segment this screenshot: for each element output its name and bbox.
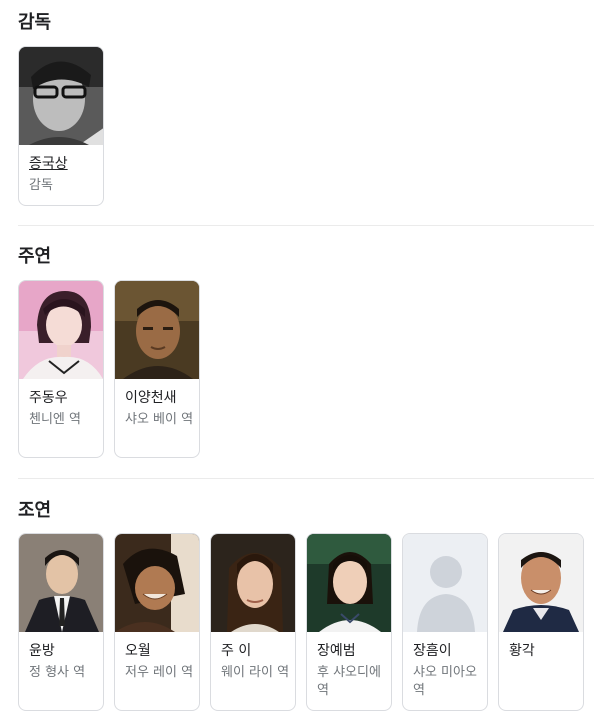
person-role: 샤오 미아오 역: [413, 665, 477, 698]
person-card[interactable]: 주동우 첸니엔 역: [18, 280, 104, 458]
person-name[interactable]: 주동우: [29, 387, 101, 407]
person-name[interactable]: 주 이: [221, 640, 293, 660]
person-role: 후 샤오디에 역: [317, 665, 381, 698]
section-title: 감독: [18, 12, 52, 33]
person-role: 정 형사 역: [29, 665, 86, 680]
person-card[interactable]: 이양천새 샤오 베이 역: [114, 280, 200, 458]
person-name[interactable]: 장흠이: [413, 640, 485, 660]
person-card[interactable]: 윤방 정 형사 역: [18, 533, 104, 711]
person-card[interactable]: 주 이 웨이 라이 역: [210, 533, 296, 711]
person-photo: [19, 47, 103, 145]
person-photo: [499, 534, 583, 632]
placeholder-person-icon: [403, 534, 487, 632]
person-role: 저우 레이 역: [125, 665, 194, 680]
person-name[interactable]: 이양천새: [125, 387, 197, 407]
person-photo: [19, 534, 103, 632]
person-name[interactable]: 장예범: [317, 640, 389, 660]
person-photo: [115, 281, 199, 379]
person-photo: [115, 534, 199, 632]
person-card[interactable]: 장흠이 샤오 미아오 역: [402, 533, 488, 711]
person-card[interactable]: 증국상 감독: [18, 46, 104, 206]
person-card[interactable]: 황각: [498, 533, 584, 711]
person-name[interactable]: 증국상: [29, 153, 101, 173]
person-name[interactable]: 오월: [125, 640, 197, 660]
person-name[interactable]: 황각: [509, 640, 581, 660]
person-photo: [19, 281, 103, 379]
person-photo: [211, 534, 295, 632]
person-card[interactable]: 오월 저우 레이 역: [114, 533, 200, 711]
person-role: 감독: [29, 178, 53, 193]
section-divider: [18, 225, 594, 226]
person-card[interactable]: 장예범 후 샤오디에 역: [306, 533, 392, 711]
section-divider: [18, 478, 594, 479]
person-photo: [307, 534, 391, 632]
person-role: 첸니엔 역: [29, 412, 81, 427]
person-role: 샤오 베이 역: [125, 412, 194, 427]
section-title: 주연: [18, 246, 52, 267]
section-title: 조연: [18, 500, 52, 521]
person-role: 웨이 라이 역: [221, 665, 290, 680]
person-name[interactable]: 윤방: [29, 640, 101, 660]
